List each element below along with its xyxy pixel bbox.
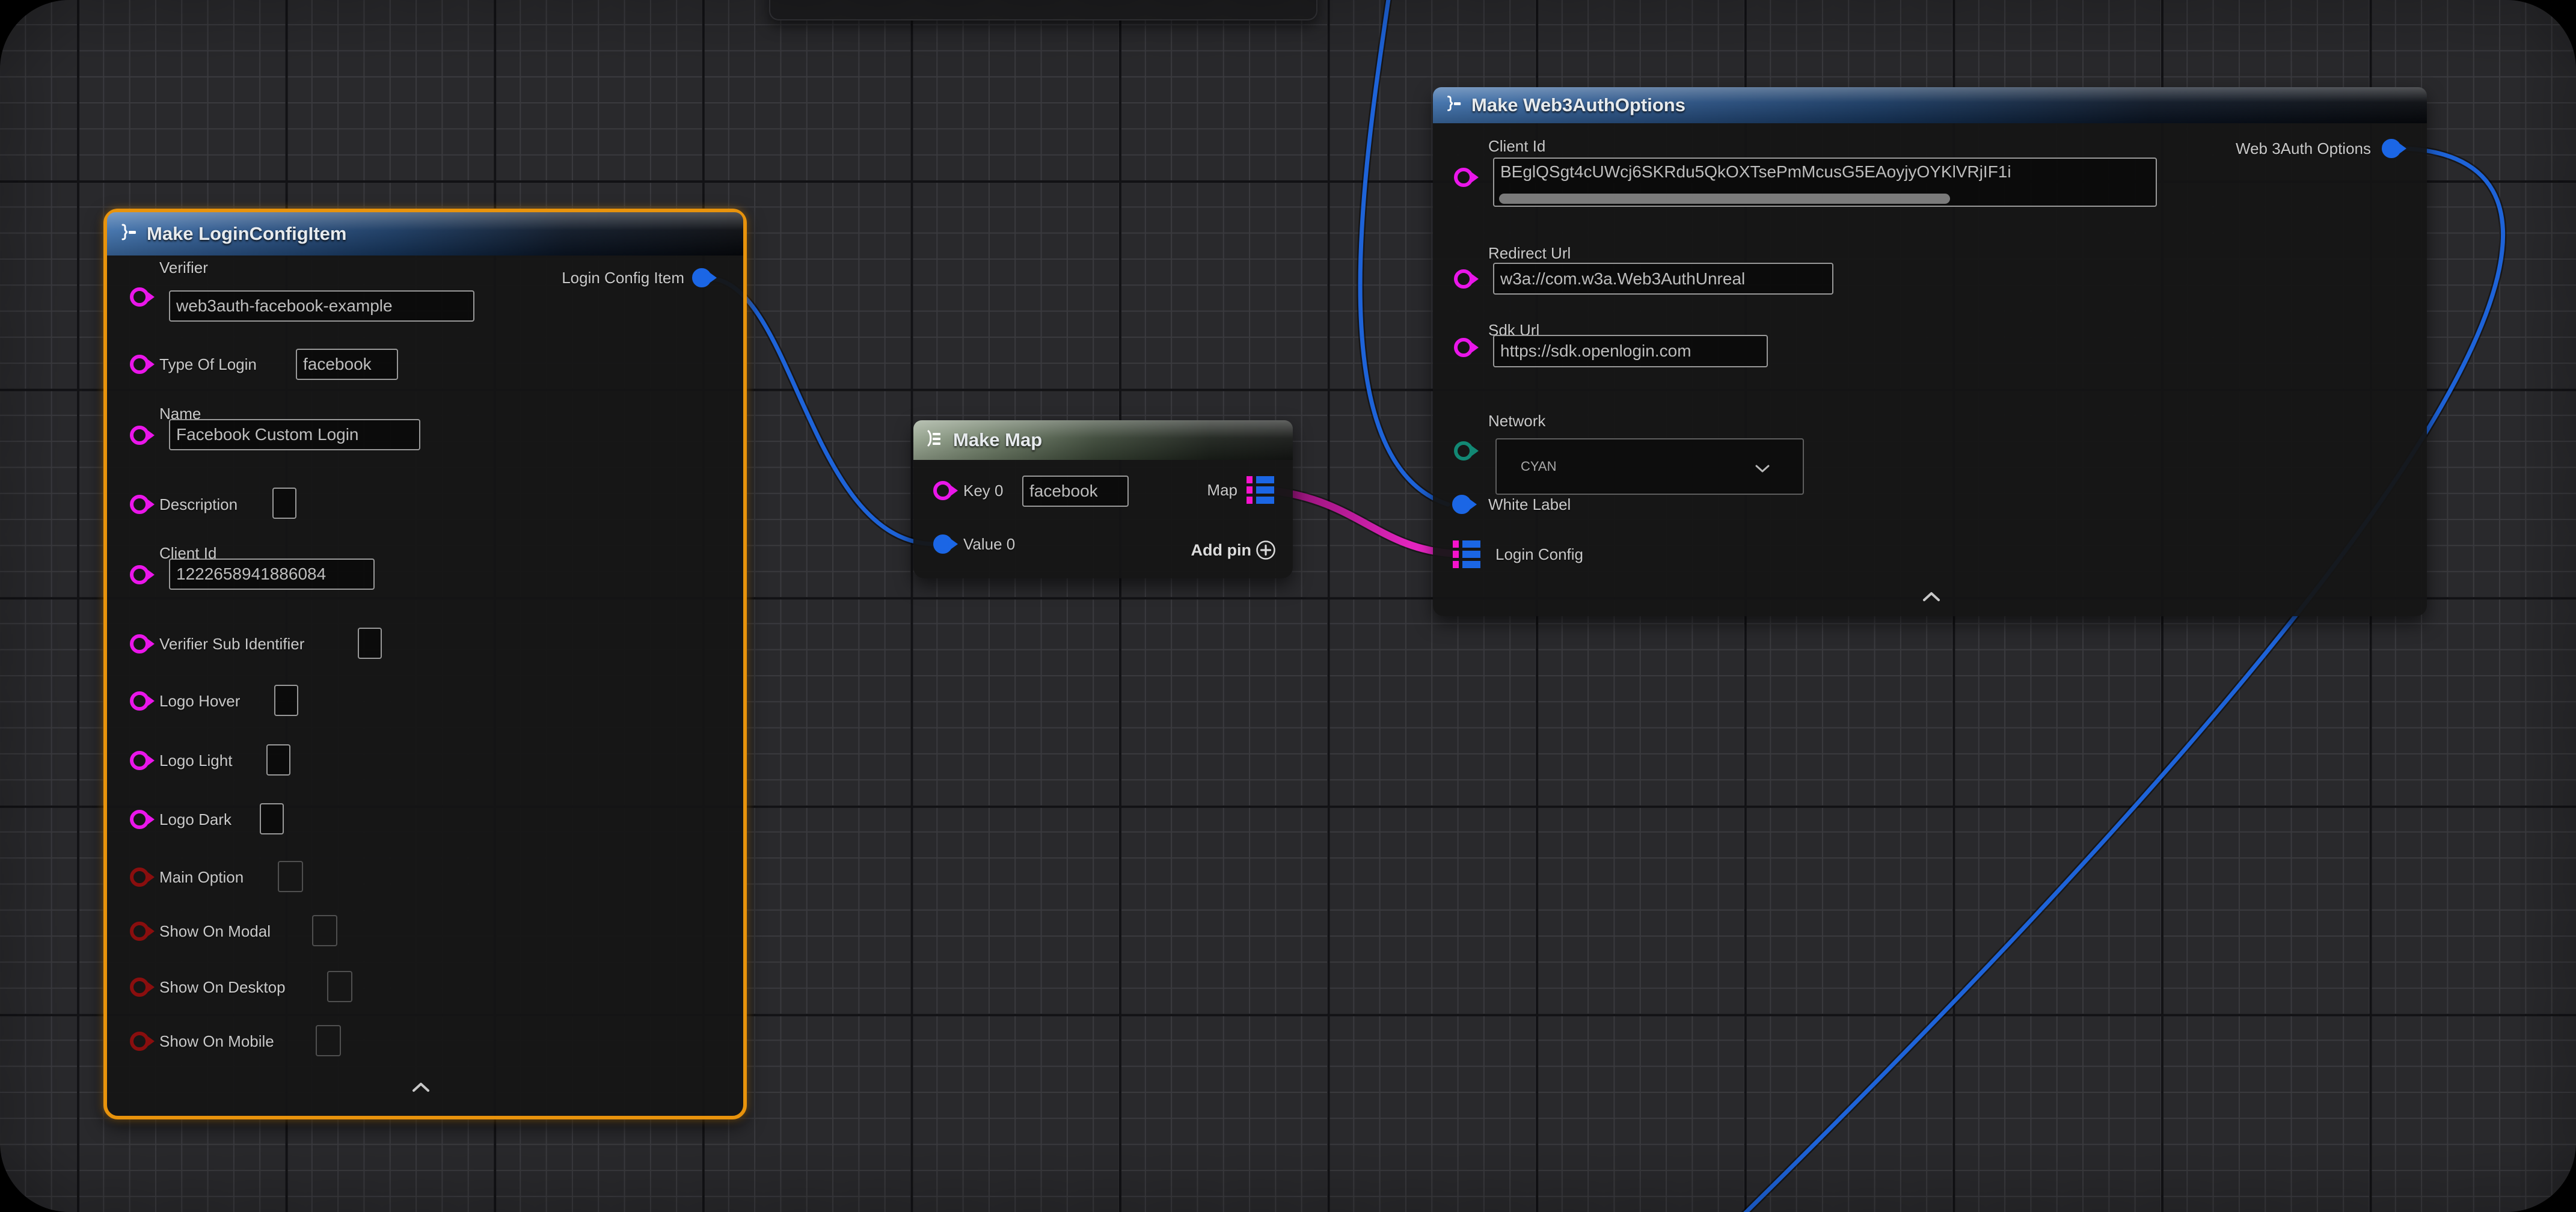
input-client-id[interactable]: 1222658941886084 <box>169 559 375 590</box>
checkbox-show-on-desktop[interactable] <box>327 971 352 1002</box>
pin-label-redirect-url: Redirect Url <box>1488 243 1571 263</box>
node-title: Make Web3AuthOptions <box>1471 94 1685 116</box>
network-dropdown[interactable]: CYAN <box>1495 438 1804 495</box>
pin-network[interactable] <box>1454 441 1473 461</box>
pin-label-client-id: Client Id <box>1488 136 1545 156</box>
input-client-id-scrollbar[interactable] <box>1499 194 1950 204</box>
input-logo-light[interactable] <box>266 744 290 776</box>
blueprint-canvas[interactable]: Make LoginConfigItem Login Config Item V… <box>0 0 2576 1212</box>
blueprint-editor: Make LoginConfigItem Login Config Item V… <box>0 0 2576 1212</box>
pin-main-option[interactable] <box>130 868 149 887</box>
pin-label-logo-light: Logo Light <box>159 751 232 770</box>
pin-label-show-on-desktop: Show On Desktop <box>159 978 286 997</box>
pin-type-of-login[interactable] <box>130 355 149 374</box>
pin-label-verifier: Verifier <box>159 258 208 277</box>
pin-label-show-on-mobile: Show On Mobile <box>159 1032 274 1051</box>
make-struct-icon <box>117 222 138 246</box>
pin-label-verifier-sub-identifier: Verifier Sub Identifier <box>159 634 304 653</box>
node-title: Make LoginConfigItem <box>147 223 346 245</box>
node-make-loginconfigitem[interactable]: Make LoginConfigItem Login Config Item V… <box>103 209 747 1119</box>
pin-label-white-label: White Label <box>1488 495 1571 514</box>
output-pin-login-config-item[interactable] <box>692 268 711 287</box>
input-verifier[interactable]: web3auth-facebook-example <box>169 290 474 322</box>
input-description[interactable] <box>272 488 296 519</box>
node-header[interactable]: Make Map <box>913 420 1293 460</box>
collapse-chevron-icon[interactable] <box>1921 590 1942 607</box>
node-make-web3authoptions[interactable]: Make Web3AuthOptions Web 3Auth Options C… <box>1433 87 2427 616</box>
pin-logo-light[interactable] <box>130 751 149 770</box>
pin-label-logo-dark: Logo Dark <box>159 810 232 829</box>
output-pin-web3auth-options[interactable] <box>2382 139 2401 158</box>
add-pin-label[interactable]: Add pin <box>1191 541 1251 560</box>
pin-show-on-modal[interactable] <box>130 922 149 941</box>
pin-client-id[interactable] <box>130 565 149 584</box>
wire-map-to-loginconfig[interactable] <box>1275 491 1456 554</box>
pin-label-value0: Value 0 <box>963 534 1015 554</box>
pin-label-show-on-modal: Show On Modal <box>159 922 271 941</box>
input-redirect-url[interactable]: w3a://com.w3a.Web3AuthUnreal <box>1493 263 1833 295</box>
collapse-chevron-icon[interactable] <box>411 1080 431 1098</box>
pin-label-login-config: Login Config <box>1495 545 1583 564</box>
pin-redirect-url[interactable] <box>1454 269 1473 289</box>
checkbox-show-on-modal[interactable] <box>312 915 337 946</box>
pin-login-config[interactable] <box>1453 540 1482 571</box>
pin-show-on-mobile[interactable] <box>130 1032 149 1051</box>
checkbox-main-option[interactable] <box>278 861 303 892</box>
pin-key0[interactable] <box>933 481 952 500</box>
node-header[interactable]: Make LoginConfigItem <box>107 212 743 256</box>
node-title: Make Map <box>953 429 1042 451</box>
input-name[interactable]: Facebook Custom Login <box>169 419 420 450</box>
pin-label-network: Network <box>1488 411 1545 430</box>
pin-verifier-sub-identifier[interactable] <box>130 634 149 653</box>
pin-label-main-option: Main Option <box>159 868 244 887</box>
input-sdk-url[interactable]: https://sdk.openlogin.com <box>1493 335 1768 367</box>
pin-label-logo-hover: Logo Hover <box>159 691 240 711</box>
pin-sdk-url[interactable] <box>1454 338 1473 357</box>
pin-logo-dark[interactable] <box>130 810 149 829</box>
pin-label-key0: Key 0 <box>963 481 1004 500</box>
input-key0[interactable]: facebook <box>1022 476 1129 507</box>
make-map-icon <box>923 428 945 453</box>
output-pin-label: Web 3Auth Options <box>2236 139 2371 158</box>
network-dropdown-value: CYAN <box>1521 459 1557 474</box>
offscreen-node-fragment[interactable] <box>769 0 1317 20</box>
pin-white-label[interactable] <box>1452 495 1471 514</box>
add-pin-icon[interactable] <box>1254 539 1277 565</box>
pin-label-type-of-login: Type Of Login <box>159 355 257 374</box>
make-struct-icon <box>1443 94 1463 117</box>
pin-label-description: Description <box>159 495 238 514</box>
input-type-of-login[interactable]: facebook <box>296 349 398 380</box>
pin-name[interactable] <box>130 426 149 445</box>
node-header[interactable]: Make Web3AuthOptions <box>1433 87 2427 123</box>
pin-show-on-desktop[interactable] <box>130 978 149 997</box>
chevron-down-icon <box>1755 462 1770 478</box>
pin-logo-hover[interactable] <box>130 691 149 711</box>
output-pin-map[interactable] <box>1247 476 1275 507</box>
pin-description[interactable] <box>130 495 149 514</box>
input-verifier-sub-identifier[interactable] <box>358 628 382 659</box>
pin-label-map: Map <box>1207 480 1237 500</box>
output-pin-label: Login Config Item <box>562 268 684 287</box>
pin-verifier[interactable] <box>130 287 149 307</box>
input-logo-dark[interactable] <box>260 803 284 834</box>
checkbox-show-on-mobile[interactable] <box>316 1025 341 1056</box>
pin-value0[interactable] <box>933 534 952 554</box>
pin-client-id[interactable] <box>1454 168 1473 187</box>
input-logo-hover[interactable] <box>274 685 298 716</box>
node-make-map[interactable]: Make Map Key 0 facebook Map Value 0 Add … <box>913 420 1293 578</box>
